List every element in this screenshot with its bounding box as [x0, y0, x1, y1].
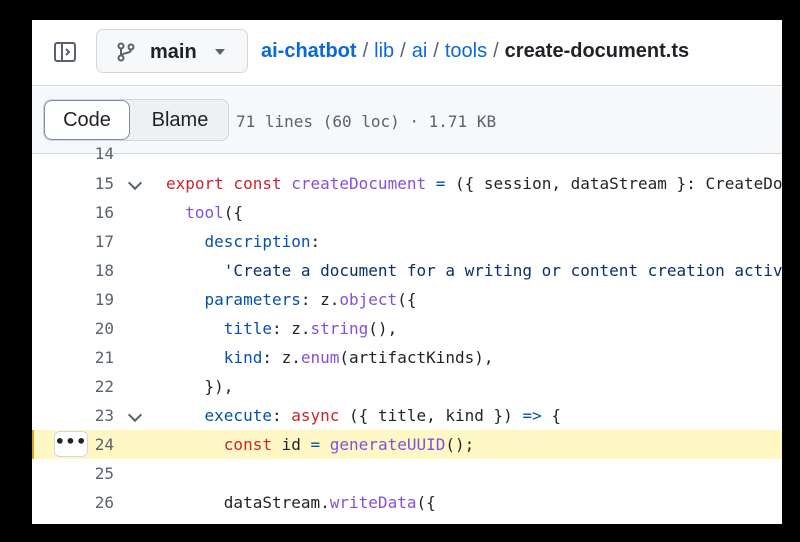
- code-text: }),: [166, 377, 234, 396]
- line-number[interactable]: 23: [32, 401, 114, 430]
- fold-chevron-icon[interactable]: [127, 407, 143, 423]
- code-line: 21 kind: z.enum(artifactKinds),: [32, 343, 782, 372]
- line-number[interactable]: 14: [32, 139, 114, 168]
- code-line: 19 parameters: z.object({: [32, 285, 782, 314]
- line-number[interactable]: 15: [32, 169, 114, 198]
- code-text: title: z.string(),: [223, 319, 398, 338]
- code-line: 20 title: z.string(),: [32, 314, 782, 343]
- code-text: dataStream.writeData({: [166, 493, 436, 512]
- breadcrumb-separator: /: [400, 40, 406, 62]
- blame-tab[interactable]: Blame: [132, 100, 228, 140]
- code-text: description:: [204, 232, 321, 251]
- file-info: 71 lines (60 loc) · 1.71 KB: [236, 112, 497, 131]
- sidebar-toggle-icon[interactable]: [53, 40, 77, 64]
- line-number[interactable]: 17: [32, 227, 114, 256]
- line-number[interactable]: 26: [32, 488, 114, 517]
- line-number[interactable]: 22: [32, 372, 114, 401]
- line-number[interactable]: 18: [32, 256, 114, 285]
- code-text: parameters: z.object({: [204, 290, 417, 309]
- breadcrumb-file-name: create-document.ts: [504, 40, 690, 62]
- file-header: main ai-chatbot / lib / ai / tools / create-docu…: [32, 20, 782, 86]
- code-line: 15 export const createDocument = ({ sess…: [32, 169, 782, 198]
- line-number[interactable]: 20: [32, 314, 114, 343]
- breadcrumb-separator: /: [493, 40, 499, 62]
- breadcrumb-lib-link[interactable]: lib: [374, 40, 394, 62]
- branch-name: main: [150, 41, 197, 63]
- code-line: 22 }),: [32, 372, 782, 401]
- code-line: 14: [32, 139, 782, 168]
- breadcrumb-ai-link[interactable]: ai: [412, 40, 428, 62]
- code-text: tool({: [185, 203, 244, 222]
- line-number[interactable]: 24: [32, 430, 114, 459]
- code-text: export const createDocument = ({ session…: [166, 174, 782, 193]
- code-line: 25: [32, 459, 782, 488]
- breadcrumb-separator: /: [362, 40, 369, 62]
- code-line: 18 'Create a document for a writing or c…: [32, 256, 782, 285]
- code-tab[interactable]: Code: [44, 100, 130, 140]
- view-mode-toggle: Code Blame: [43, 99, 229, 141]
- line-number[interactable]: 16: [32, 198, 114, 227]
- breadcrumb-tools-link[interactable]: tools: [445, 40, 487, 62]
- breadcrumb-separator: /: [433, 40, 439, 62]
- line-number[interactable]: 21: [32, 343, 114, 372]
- breadcrumb: ai-chatbot / lib / ai / tools / create-document.…: [261, 40, 689, 63]
- code-text: kind: z.enum(artifactKinds),: [223, 348, 494, 367]
- fold-chevron-icon[interactable]: [127, 175, 143, 191]
- line-number[interactable]: 19: [32, 285, 114, 314]
- code-line: 17 description:: [32, 227, 782, 256]
- git-branch-icon: [117, 42, 135, 62]
- chevron-down-icon: [215, 49, 225, 55]
- code-line: 16 tool({: [32, 198, 782, 227]
- breadcrumb-repo-link[interactable]: ai-chatbot: [261, 40, 357, 62]
- code-text: 'Create a document for a writing or cont…: [223, 261, 782, 280]
- highlighted-code-line: ••• 24 const id = generateUUID();: [32, 430, 782, 459]
- code-line: 23 execute: async ({ title, kind }) => {: [32, 401, 782, 430]
- code-text: const id = generateUUID();: [223, 435, 475, 454]
- line-number[interactable]: 25: [32, 459, 114, 488]
- branch-selector-button[interactable]: main: [96, 29, 248, 73]
- code-block: 14 15 export const createDocument = ({ s…: [32, 144, 782, 524]
- code-text: execute: async ({ title, kind }) => {: [204, 406, 561, 425]
- code-line: 26 dataStream.writeData({: [32, 488, 782, 517]
- code-viewer: main ai-chatbot / lib / ai / tools / create-docu…: [32, 20, 782, 524]
